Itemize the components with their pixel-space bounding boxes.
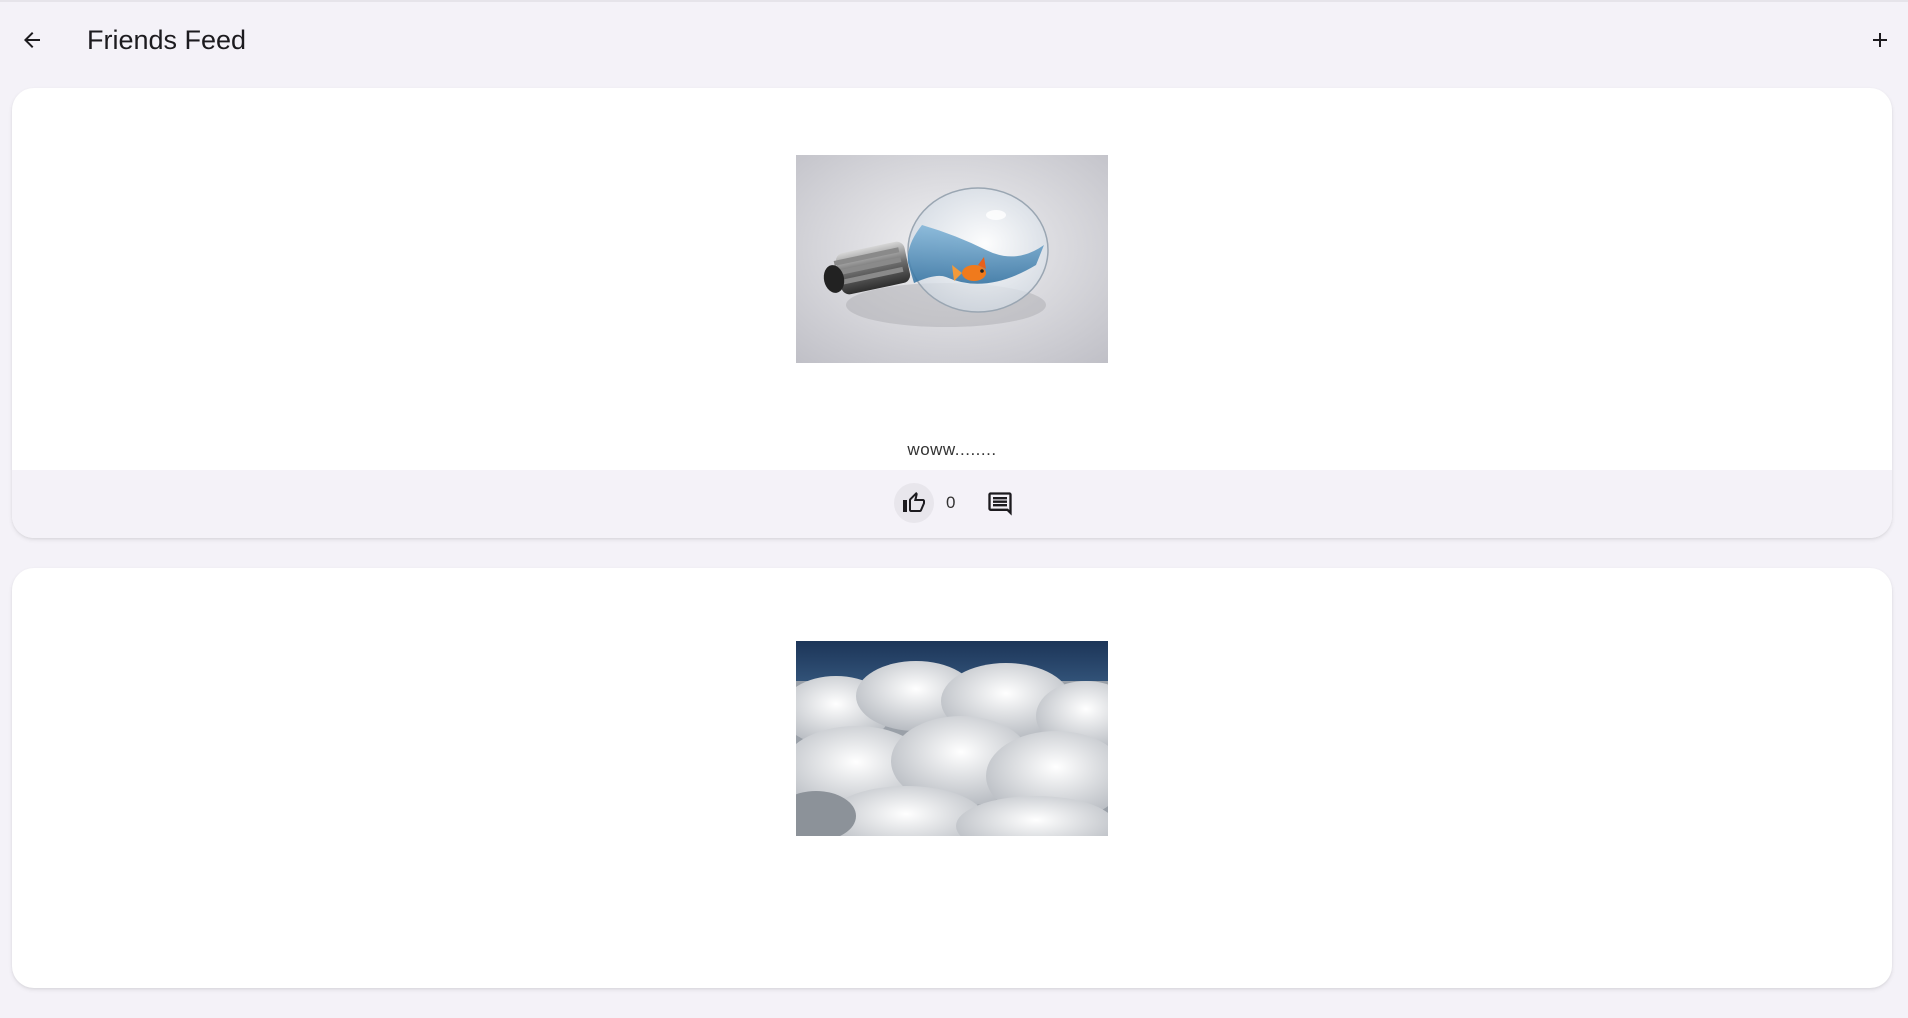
friends-feed-list[interactable]: woww........ 0 [12,88,1892,1018]
post-actions: 0 [12,470,1892,538]
back-button[interactable] [12,22,52,58]
like-button[interactable] [894,483,934,523]
like-count: 0 [946,493,956,512]
post-caption: woww........ [907,440,997,459]
app-bar: Friends Feed [0,0,1908,76]
clouds-image [796,641,1108,836]
comment-icon [988,492,1012,516]
comment-button[interactable] [980,484,1020,524]
thumb-up-icon [903,492,925,512]
post-card: woww........ 0 [12,88,1892,538]
post-image [796,641,1108,836]
page-title: Friends Feed [87,25,247,55]
post-card [12,568,1892,988]
lightbulb-goldfish-image [796,155,1108,363]
arrow-back-icon [24,32,40,48]
add-post-button[interactable] [1860,22,1900,58]
plus-icon [1873,33,1887,47]
post-image [796,155,1108,363]
